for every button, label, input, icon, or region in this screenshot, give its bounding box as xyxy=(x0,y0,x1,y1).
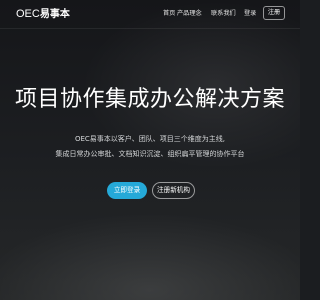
hero-description-line-1: OEC易事本以客户、团队、项目三个维度为主线, xyxy=(74,135,226,143)
nav-home-link[interactable]: 首页 xyxy=(163,8,175,20)
hero-description-line-2: 集成日常办公审批、文档知识沉淀、组织扁平管理的协作平台 xyxy=(55,150,245,158)
top-navigation-bar: OEC易事本 首页 产品理念 联系我们 登录 注册 xyxy=(0,0,300,29)
hero-title: 项目协作集成办公解决方案 xyxy=(14,87,285,112)
nav-contact-link[interactable]: 联系我们 xyxy=(211,8,236,20)
logo-latin-text: OEC xyxy=(16,8,40,20)
nav-signup-button[interactable]: 注册 xyxy=(263,6,285,20)
login-now-button[interactable]: 立即登录 xyxy=(107,182,147,199)
landing-page: OEC易事本 首页 产品理念 联系我们 登录 注册 项目协作集成办公解决方案 O… xyxy=(0,0,300,300)
nav-product-concept-link[interactable]: 产品理念 xyxy=(177,8,202,20)
site-logo[interactable]: OEC易事本 xyxy=(16,6,70,22)
register-organization-button[interactable]: 注册新机构 xyxy=(152,182,195,199)
logo-cjk-text: 易事本 xyxy=(39,9,70,20)
nav-login-link[interactable]: 登录 xyxy=(244,8,256,20)
